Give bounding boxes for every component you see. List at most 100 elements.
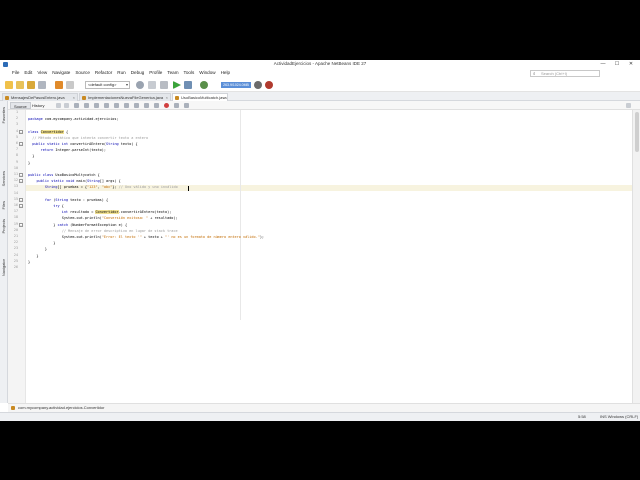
memory-indicator[interactable]: 263.9/1024.0MB bbox=[221, 82, 251, 88]
menu-window[interactable]: Window bbox=[199, 70, 215, 75]
maximize-editor-icon[interactable] bbox=[626, 103, 631, 108]
scrollbar-thumb[interactable] bbox=[635, 112, 639, 152]
new-file-icon[interactable] bbox=[16, 81, 24, 89]
open-project-icon[interactable] bbox=[27, 81, 35, 89]
shift-left-icon[interactable] bbox=[114, 103, 119, 108]
code-line[interactable]: public class UsoBasicoMultycatch { bbox=[28, 172, 100, 178]
stop-icon[interactable] bbox=[265, 81, 273, 89]
fold-toggle[interactable]: − bbox=[19, 204, 23, 208]
search-input[interactable]: ⌕ Search (Ctrl+I) bbox=[530, 70, 600, 77]
toggle-bookmark-icon[interactable] bbox=[84, 103, 89, 108]
back-icon[interactable] bbox=[56, 103, 61, 108]
next-bookmark-icon[interactable] bbox=[104, 103, 109, 108]
menu-navigate[interactable]: Navigate bbox=[52, 70, 70, 75]
fold-toggle[interactable]: − bbox=[19, 197, 23, 202]
menu-run[interactable]: Run bbox=[117, 70, 125, 75]
line-number: 22 bbox=[13, 240, 18, 245]
code-line[interactable]: public static int convertirAEntero(Strin… bbox=[28, 141, 137, 147]
menu-edit[interactable]: Edit bbox=[24, 70, 32, 75]
side-tab-projects[interactable]: Projects bbox=[1, 219, 6, 233]
class-icon bbox=[11, 406, 15, 410]
redo-icon[interactable] bbox=[66, 81, 74, 89]
source-tab[interactable]: Source bbox=[10, 102, 31, 109]
code-line[interactable]: System.out.println("Conversión exitosa: … bbox=[28, 215, 178, 221]
code-line[interactable]: return Integer.parseInt(texto); bbox=[28, 147, 106, 153]
stop-macro-icon[interactable] bbox=[164, 103, 169, 108]
save-all-icon[interactable] bbox=[38, 81, 46, 89]
side-tab-services[interactable]: Services bbox=[1, 171, 6, 186]
fold-toggle[interactable]: − bbox=[19, 173, 23, 177]
code-editor[interactable]: 1 2 3 4−5 6−7 8 9 10 11−12−13 14 15−16−17 18 19−20 21… bbox=[8, 110, 632, 403]
menu-file[interactable]: File bbox=[12, 70, 19, 75]
menu-refactor[interactable]: Refactor bbox=[95, 70, 112, 75]
side-tab-favorites[interactable]: Favorites bbox=[1, 107, 6, 123]
code-line[interactable]: package com.mycompany.actividad.ejercici… bbox=[28, 116, 119, 122]
undo-icon[interactable] bbox=[55, 81, 63, 89]
menu-view[interactable]: View bbox=[37, 70, 47, 75]
debug-icon[interactable] bbox=[184, 81, 192, 89]
code-line[interactable]: } bbox=[28, 259, 30, 265]
side-tab-navigator[interactable]: Navigator bbox=[1, 259, 6, 276]
code-line[interactable]: } bbox=[28, 240, 55, 246]
uncomment-icon[interactable] bbox=[144, 103, 149, 108]
profile-icon[interactable] bbox=[200, 81, 208, 89]
menu-tools[interactable]: Tools bbox=[184, 70, 195, 75]
close-button[interactable]: ✕ bbox=[624, 61, 638, 67]
tab-label: ImplementacionesNuevaFileGenerica.java bbox=[88, 95, 164, 100]
editor-scrollbar[interactable] bbox=[632, 110, 640, 403]
comment-icon[interactable] bbox=[134, 103, 139, 108]
code-line[interactable]: } bbox=[28, 253, 38, 259]
code-line[interactable]: } bbox=[28, 160, 30, 166]
config-select[interactable]: <default config> ▾ bbox=[85, 81, 130, 89]
code-line[interactable]: } bbox=[28, 246, 47, 252]
prev-bookmark-icon[interactable] bbox=[94, 103, 99, 108]
fold-toggle[interactable]: − bbox=[19, 222, 23, 227]
code-line[interactable]: } bbox=[28, 153, 34, 159]
menu-source[interactable]: Source bbox=[75, 70, 90, 75]
code-line[interactable]: for (String texto : pruebas) { bbox=[28, 197, 108, 203]
forward-icon[interactable] bbox=[64, 103, 69, 108]
code-line[interactable]: try { bbox=[28, 203, 64, 209]
chevron-down-icon: ▾ bbox=[125, 82, 128, 87]
code-line[interactable]: class Convertidor { bbox=[28, 129, 68, 135]
breadcrumb[interactable]: com.mycompany.actividad.ejercicios.Conve… bbox=[8, 403, 640, 412]
menu-team[interactable]: Team bbox=[167, 70, 178, 75]
netbeans-window: ActividadEjercicios - Apache NetBeans ID… bbox=[0, 60, 640, 421]
code-line[interactable]: } catch (NumberFormatException e) { bbox=[28, 222, 127, 228]
play-macro-icon[interactable] bbox=[184, 103, 189, 108]
tab-mensajes[interactable]: MensajesDePasosEntero.java × bbox=[2, 93, 78, 101]
clean-build-icon[interactable] bbox=[148, 81, 156, 89]
fold-toggle[interactable]: − bbox=[19, 142, 23, 146]
minimize-button[interactable]: — bbox=[596, 61, 610, 67]
menu-profile[interactable]: Profile bbox=[149, 70, 162, 75]
build-icon[interactable] bbox=[136, 81, 144, 89]
history-tab[interactable]: History bbox=[29, 102, 47, 109]
fold-toggle[interactable]: − bbox=[19, 129, 23, 134]
tab-implementaciones[interactable]: ImplementacionesNuevaFileGenerica.java × bbox=[79, 93, 171, 101]
java-file-icon bbox=[175, 96, 179, 100]
code-line[interactable]: String[] pruebas = {"123", "abc"}; // Un… bbox=[28, 184, 178, 190]
menu-help[interactable]: Help bbox=[221, 70, 230, 75]
compile-icon[interactable] bbox=[160, 81, 168, 89]
shift-right-icon[interactable] bbox=[124, 103, 129, 108]
line-number: 10 bbox=[13, 165, 18, 170]
code-line[interactable]: int resultado = Convertidor.convertirAEn… bbox=[28, 209, 171, 215]
fold-toggle[interactable]: − bbox=[19, 179, 23, 184]
gc-icon[interactable] bbox=[254, 81, 262, 89]
code-line[interactable]: System.out.println("Error: El texto '" +… bbox=[28, 234, 264, 240]
line-number: 23 bbox=[13, 246, 18, 251]
find-icon[interactable] bbox=[74, 103, 79, 108]
tab-usobasicomulticatch[interactable]: UsoBasicoMulticatch.java × bbox=[172, 93, 228, 101]
side-tab-files[interactable]: Files bbox=[1, 201, 6, 209]
run-icon[interactable] bbox=[173, 81, 181, 89]
record-macro-icon[interactable] bbox=[174, 103, 179, 108]
title-bar: ActividadEjercicios - Apache NetBeans ID… bbox=[0, 60, 640, 69]
code-line[interactable]: // Mensaje de error descriptivo en lugar… bbox=[28, 228, 178, 234]
maximize-button[interactable]: ☐ bbox=[610, 61, 624, 67]
format-icon[interactable] bbox=[154, 103, 159, 108]
code-line[interactable]: public static void main(String[] args) { bbox=[28, 178, 120, 184]
window-title: ActividadEjercicios - Apache NetBeans ID… bbox=[273, 61, 367, 66]
code-line[interactable]: // Método estático que intenta convertir… bbox=[28, 135, 148, 141]
menu-debug[interactable]: Debug bbox=[131, 70, 145, 75]
new-project-icon[interactable] bbox=[5, 81, 13, 89]
